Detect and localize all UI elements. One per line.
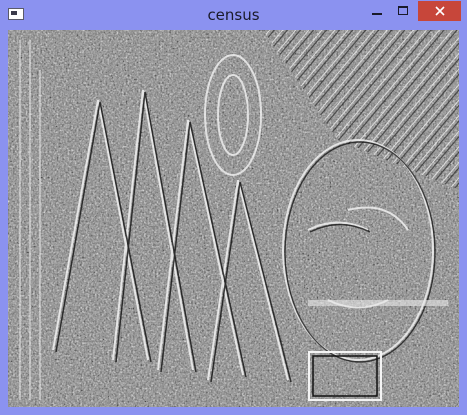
app-window: census [0, 0, 467, 415]
maximize-button[interactable] [390, 1, 416, 21]
close-button[interactable] [418, 1, 461, 21]
image-canvas[interactable] [8, 30, 459, 407]
minimize-icon [372, 13, 382, 15]
minimize-button[interactable] [364, 1, 390, 21]
close-icon [434, 6, 445, 16]
embossed-image [8, 30, 459, 407]
maximize-icon [398, 6, 408, 15]
title-bar[interactable]: census [0, 0, 467, 30]
